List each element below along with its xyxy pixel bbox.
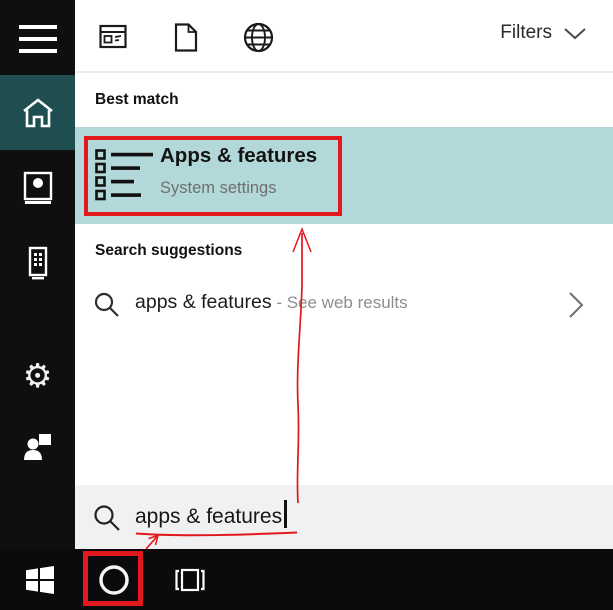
cortana-circle-icon: [99, 564, 129, 595]
result-title: Apps & features: [160, 144, 318, 167]
hamburger-icon: [18, 25, 57, 29]
result-subtitle: System settings: [160, 179, 277, 197]
search-input-value: apps & features: [135, 505, 283, 528]
taskbar: [0, 549, 613, 610]
documents-filter-icon[interactable]: [174, 23, 198, 52]
suggestion-hint: - See web results: [271, 293, 408, 312]
search-top-bar: Filters: [75, 0, 613, 73]
sidebar-item-feedback[interactable]: [0, 422, 75, 472]
task-view-icon: [175, 568, 205, 591]
web-suggestion-row[interactable]: apps & features - See web results: [75, 283, 613, 329]
windows-start-search-panel: ⚙ Filters Best match Apps & features Sys…: [0, 0, 613, 610]
filters-dropdown[interactable]: Filters: [500, 22, 587, 44]
annotation-arrow-head: [292, 226, 312, 253]
web-filter-icon[interactable]: [243, 22, 274, 53]
best-match-header: Best match: [95, 91, 179, 108]
best-match-result[interactable]: Apps & features System settings: [75, 127, 613, 224]
windows-logo-icon: [26, 565, 54, 594]
text-cursor: [284, 500, 287, 528]
settings-gear-icon: ⚙: [22, 355, 53, 395]
filters-label: Filters: [500, 22, 552, 43]
cortana-button[interactable]: [88, 549, 140, 610]
sidebar-item-home[interactable]: [0, 75, 75, 150]
start-button[interactable]: [14, 549, 66, 610]
annotation-arrow-line: [296, 233, 303, 504]
search-icon: [94, 292, 119, 317]
feedback-icon: [23, 434, 51, 460]
sidebar-item-device[interactable]: [0, 238, 75, 288]
task-view-button[interactable]: [162, 549, 218, 610]
device-icon: [28, 246, 47, 280]
search-suggestions-header: Search suggestions: [95, 242, 243, 259]
sidebar-item-settings[interactable]: ⚙: [0, 350, 75, 400]
hamburger-menu-button[interactable]: [0, 14, 75, 64]
search-input[interactable]: apps & features: [135, 500, 287, 529]
apps-and-features-icon: [95, 149, 153, 201]
chevron-right-icon: [569, 292, 584, 318]
account-icon: [23, 171, 52, 204]
apps-filter-icon[interactable]: [99, 24, 127, 50]
search-icon: [94, 505, 120, 531]
sidebar-item-account[interactable]: [0, 163, 75, 213]
start-sidebar: ⚙: [0, 0, 75, 549]
hamburger-icon: [18, 49, 57, 53]
suggestion-query: apps & features: [135, 291, 272, 313]
home-icon: [22, 97, 53, 127]
chevron-down-icon: [564, 27, 586, 39]
search-bar[interactable]: apps & features: [75, 485, 613, 549]
hamburger-icon: [18, 37, 57, 41]
suggestion-text: apps & features - See web results: [135, 291, 408, 314]
